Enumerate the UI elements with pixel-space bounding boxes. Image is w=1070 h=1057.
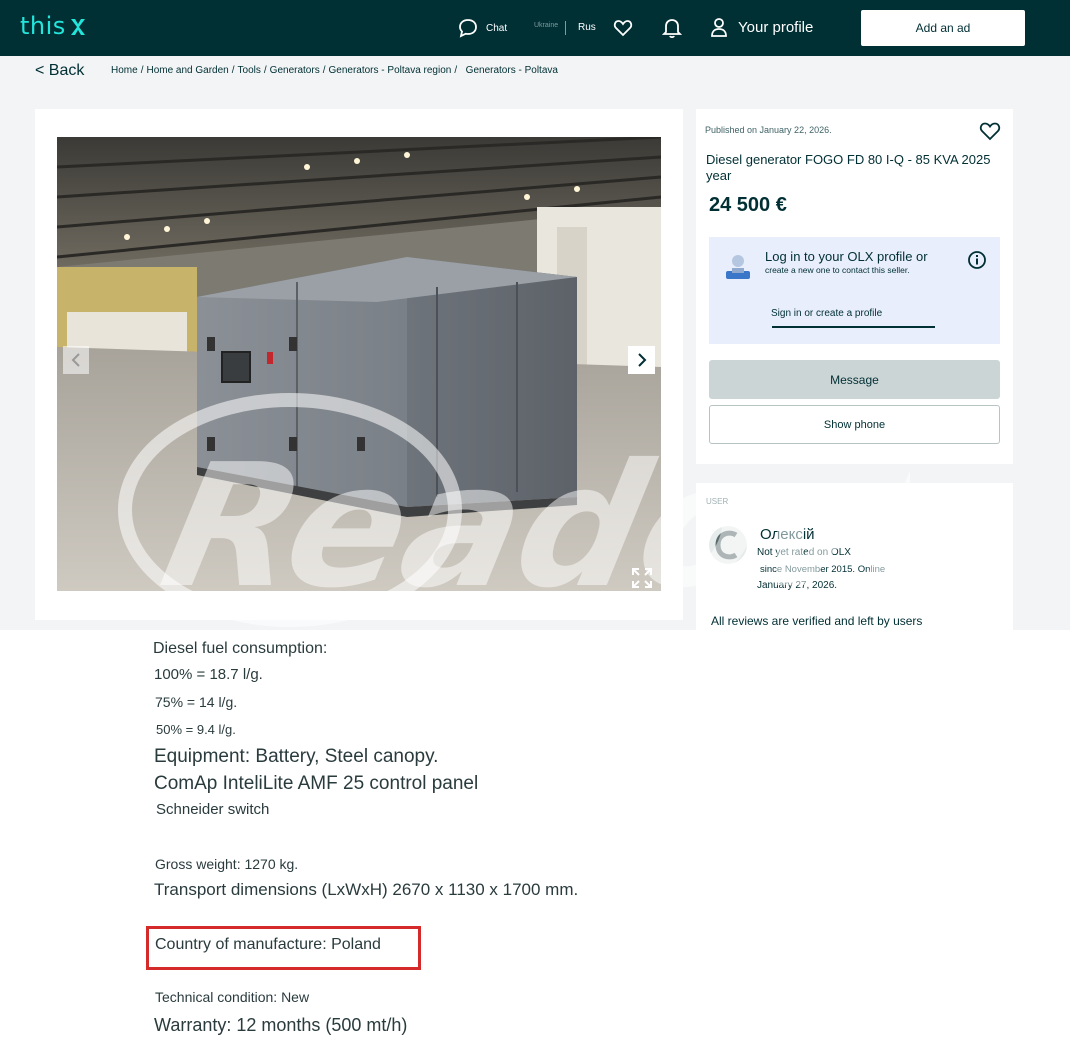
previous-photo-button[interactable]	[63, 346, 89, 374]
top-bar: this Chat Ukraine Rus Your profile Add a…	[0, 0, 1070, 56]
notifications-bell-icon[interactable]	[661, 17, 683, 44]
seller-last-online: January 27, 2026.	[757, 580, 838, 591]
published-date: Published on January 22, 2026.	[705, 125, 832, 135]
transport-dimensions-line: Transport dimensions (LxWxH) 2670 x 1130…	[154, 880, 579, 899]
ad-title: Diesel generator FOGO FD 80 I-Q - 85 KVA…	[706, 152, 991, 183]
add-ad-button[interactable]: Add an ad	[860, 9, 1026, 47]
profile-label: Your profile	[738, 18, 814, 36]
gross-weight-line: Gross weight: 1270 kg.	[155, 856, 299, 872]
logo[interactable]: this	[20, 12, 86, 40]
control-panel-line: ComAp InteliLite AMF 25 control panel	[154, 773, 479, 794]
fuel-consumption-heading: Diesel fuel consumption:	[153, 640, 328, 657]
highlight-box	[146, 926, 421, 970]
login-title: Log in to your OLX profile or	[765, 249, 928, 264]
price: 24 500 €	[709, 194, 787, 216]
signin-link[interactable]: Sign in or create a profile	[771, 308, 882, 319]
profile-link[interactable]: Your profile	[710, 17, 813, 37]
favorites-heart-icon[interactable]	[613, 18, 633, 43]
chevron-right-icon	[637, 353, 646, 367]
seller-since: since November 2015. Online	[760, 564, 886, 575]
switch-line: Schneider switch	[156, 801, 270, 818]
seller-section-label: USER	[706, 497, 729, 506]
logo-text: this	[20, 12, 66, 40]
generator-photo[interactable]	[57, 137, 661, 591]
avatar[interactable]	[708, 525, 748, 570]
lang-rus[interactable]: Rus	[578, 22, 596, 33]
signin-underline	[772, 326, 935, 328]
lang-divider	[565, 21, 566, 35]
back-link[interactable]: < Back	[35, 62, 84, 80]
lang-ukraine[interactable]: Ukraine	[534, 22, 558, 29]
fuel-50: 50% = 9.4 l/g.	[156, 722, 236, 737]
reviews-note: All reviews are verified and left by use…	[711, 614, 923, 628]
logo-mark-icon	[70, 19, 85, 35]
equipment-line: Equipment: Battery, Steel canopy.	[154, 746, 439, 767]
breadcrumb-item[interactable]: Generators - Poltava region	[328, 65, 451, 76]
breadcrumb-item[interactable]: Home and Garden	[146, 65, 228, 76]
chat-label: Chat	[486, 22, 508, 34]
breadcrumb: Home / Home and Garden / Tools / Generators / Ge…	[111, 65, 558, 76]
fuel-75: 75% = 14 l/g.	[155, 694, 238, 710]
chevron-left-icon	[71, 353, 80, 367]
breadcrumb-item[interactable]: Generators - Poltava	[466, 65, 558, 76]
add-to-favorites-heart-icon[interactable]	[979, 121, 1001, 146]
technical-condition-line: Technical condition: New	[155, 989, 310, 1005]
seller-rating: Not yet rated on OLX	[757, 547, 851, 558]
seller-name[interactable]: Олексій	[760, 526, 815, 543]
fuel-100: 100% = 18.7 l/g.	[154, 666, 263, 683]
expand-icon[interactable]	[631, 567, 653, 594]
warranty-line: Warranty: 12 months (500 mt/h)	[154, 1015, 408, 1035]
info-icon[interactable]	[967, 250, 987, 275]
breadcrumb-item[interactable]: Generators	[270, 65, 320, 76]
message-button[interactable]: Message	[709, 360, 1000, 399]
chat-link[interactable]: Chat	[458, 18, 507, 38]
chat-icon	[459, 19, 477, 38]
user-icon	[711, 18, 727, 37]
next-photo-button[interactable]	[628, 346, 655, 374]
breadcrumb-item[interactable]: Home	[111, 65, 138, 76]
breadcrumb-item[interactable]: Tools	[238, 65, 261, 76]
login-subtitle: create a new one to contact this seller.	[765, 265, 910, 275]
show-phone-button[interactable]: Show phone	[709, 405, 1000, 444]
seller-avatar-icon	[724, 251, 752, 286]
